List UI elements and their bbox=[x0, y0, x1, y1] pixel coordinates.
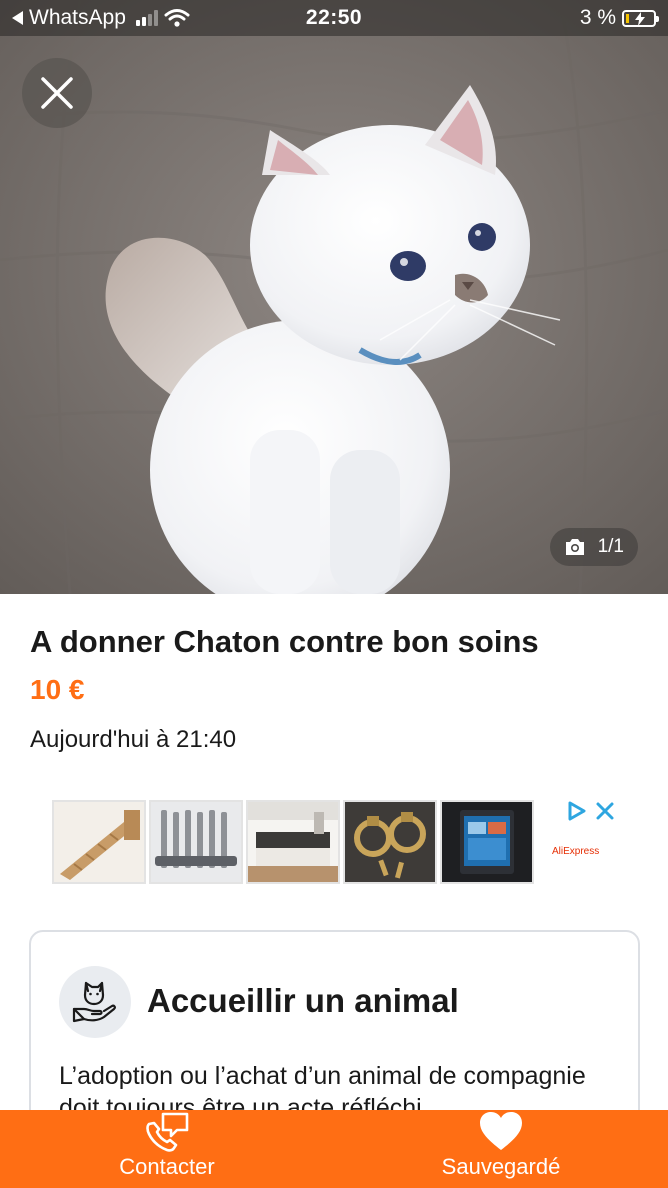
bottom-action-bar: Contacter Sauvegardé bbox=[0, 1110, 668, 1188]
listing-photo[interactable] bbox=[0, 0, 668, 594]
listing-price: 10 € bbox=[30, 674, 85, 705]
ad-choices-icon[interactable] bbox=[566, 800, 588, 822]
heart-icon bbox=[480, 1112, 522, 1150]
ad-banner[interactable]: AliExpress bbox=[52, 800, 620, 884]
ad-close-icon[interactable] bbox=[594, 800, 616, 822]
close-icon bbox=[41, 77, 73, 109]
ad-choices[interactable] bbox=[566, 800, 616, 822]
phone-message-icon bbox=[146, 1112, 189, 1152]
ad-thumbnail-kitchen[interactable] bbox=[246, 800, 340, 884]
card-icon-wrapper bbox=[59, 966, 131, 1038]
battery-icon bbox=[622, 9, 659, 27]
contact-button[interactable]: Contacter bbox=[0, 1110, 334, 1188]
listing-date: Aujourd'hui à 21:40 bbox=[30, 726, 237, 753]
photo-counter-text: 1/1 bbox=[597, 536, 624, 557]
status-bar: WhatsApp 22:50 3 % bbox=[0, 0, 668, 36]
ad-brand-label: AliExpress bbox=[552, 846, 600, 857]
photo-counter: 1/1 bbox=[549, 528, 638, 566]
ad-thumbnail-car-stereo[interactable] bbox=[440, 800, 534, 884]
cat-in-hand-icon bbox=[72, 981, 116, 1023]
contact-label: Contacter bbox=[119, 1154, 215, 1179]
battery-percent: 3 % bbox=[579, 6, 616, 29]
ad-thumbnail-cat-ladder[interactable] bbox=[52, 800, 146, 884]
save-button[interactable]: Sauvegardé bbox=[334, 1110, 668, 1188]
listing-title: A donner Chaton contre bon soins bbox=[30, 624, 539, 659]
clock: 22:50 bbox=[305, 6, 363, 29]
close-button[interactable] bbox=[22, 58, 92, 128]
ad-thumbnail-drill-bits[interactable] bbox=[149, 800, 243, 884]
card-title: Accueillir un animal bbox=[147, 982, 459, 1019]
save-label: Sauvegardé bbox=[441, 1154, 561, 1179]
ad-thumbnail-door-knockers[interactable] bbox=[343, 800, 437, 884]
kitten-photo bbox=[0, 0, 668, 594]
camera-icon bbox=[565, 539, 584, 555]
